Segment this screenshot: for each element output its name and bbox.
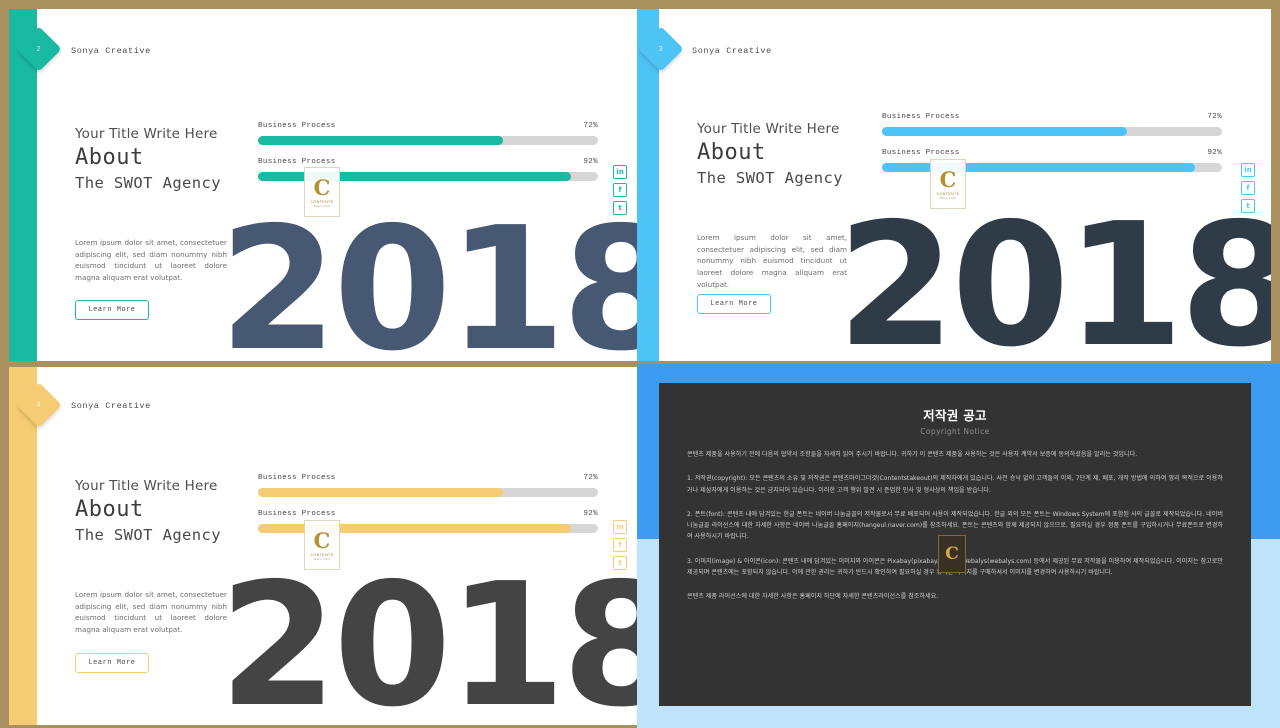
body-paragraph: Lorem ipsum dolor sit amet, consectetuer…	[75, 238, 227, 282]
headings-block: Your Title Write Here About The SWOT Age…	[697, 121, 843, 187]
title-subtitle: The SWOT Agency	[75, 526, 221, 544]
learn-more-button[interactable]: Learn More	[75, 300, 149, 320]
title-eyebrow: Your Title Write Here	[75, 478, 218, 494]
title-subtitle: The SWOT Agency	[697, 169, 843, 187]
slide-number-label: 4	[37, 401, 41, 409]
progress-percent: 92%	[1207, 149, 1222, 157]
title-eyebrow: Your Title Write Here	[75, 126, 218, 142]
notice-intro: 콘텐츠 제품을 사용하기 전에 다음의 협약서 조항들을 자세히 읽어 주시기 …	[687, 451, 1138, 458]
title-main: About	[75, 145, 144, 170]
progress-label: Business Process	[882, 113, 960, 121]
progress-row: Business Process 72%	[882, 113, 1222, 136]
progress-label: Business Process	[258, 510, 336, 518]
slide-teal-canvas: 2 Sonya Creative Your Title Write Here A…	[9, 9, 637, 361]
progress-label: Business Process	[258, 474, 336, 482]
notice-subtitle: Copyright Notice	[920, 427, 990, 436]
progress-track	[882, 127, 1222, 136]
watermark-letter: C	[945, 543, 959, 564]
title-subtitle: The SWOT Agency	[75, 174, 221, 192]
brand-label: Sonya Creative	[692, 46, 772, 56]
linkedin-icon[interactable]: in	[613, 520, 627, 534]
year-display: 2018	[219, 547, 637, 725]
year-display: 2018	[219, 191, 637, 361]
progress-percent: 92%	[583, 510, 598, 518]
progress-label: Business Process	[882, 149, 960, 157]
slide-number-label: 3	[659, 45, 663, 53]
progress-label: Business Process	[258, 122, 336, 130]
headings-block: Your Title Write Here About The SWOT Age…	[75, 126, 221, 192]
slide-teal[interactable]: 2 Sonya Creative Your Title Write Here A…	[0, 0, 637, 364]
title-main: About	[75, 497, 144, 522]
progress-track	[258, 488, 598, 497]
learn-more-button[interactable]: Learn More	[75, 653, 149, 673]
progress-fill	[882, 127, 1127, 136]
body-paragraph: Lorem ipsum dolor sit amet, consectetuer…	[697, 233, 847, 289]
notice-outro: 콘텐츠 제품 라이선스에 대한 자세한 사항은 홈페이지 하단에 자세한 콘텐츠…	[687, 593, 939, 601]
brand-label: Sonya Creative	[71, 401, 151, 411]
watermark-logo: C	[938, 535, 966, 573]
slide-blue[interactable]: 3 Sonya Creative Your Title Write Here A…	[637, 0, 1280, 364]
progress-fill	[258, 136, 503, 145]
progress-percent: 72%	[583, 122, 598, 130]
progress-track	[258, 136, 598, 145]
notice-panel: 저작권 공고 Copyright Notice 콘텐츠 제품을 사용하기 전에 …	[659, 383, 1251, 706]
progress-fill	[258, 488, 503, 497]
slide-yellow-canvas: 4 Sonya Creative Your Title Write Here A…	[9, 367, 637, 725]
progress-percent: 92%	[583, 158, 598, 166]
progress-percent: 72%	[583, 474, 598, 482]
linkedin-icon[interactable]: in	[613, 165, 627, 179]
progress-percent: 72%	[1207, 113, 1222, 121]
progress-row: Business Process 72%	[258, 122, 598, 145]
body-paragraph: Lorem ipsum dolor sit amet, consectetuer…	[75, 590, 227, 634]
slide-yellow[interactable]: 4 Sonya Creative Your Title Write Here A…	[0, 364, 637, 728]
notice-section-copyright: 1. 저작권(copyright): 모든 콘텐츠의 소유 및 저작권은 콘텐츠…	[687, 475, 1223, 494]
slide-blue-canvas: 3 Sonya Creative Your Title Write Here A…	[637, 9, 1271, 361]
year-display: 2018	[837, 187, 1271, 361]
linkedin-icon[interactable]: in	[1241, 163, 1255, 177]
slide-grid: 2 Sonya Creative Your Title Write Here A…	[0, 0, 1280, 728]
progress-label: Business Process	[258, 158, 336, 166]
slide-copyright-notice[interactable]: 저작권 공고 Copyright Notice 콘텐츠 제품을 사용하기 전에 …	[637, 364, 1280, 728]
progress-fill	[882, 163, 1195, 172]
notice-title: 저작권 공고	[923, 408, 987, 423]
slide-number-label: 2	[37, 45, 41, 53]
title-main: About	[697, 140, 766, 165]
title-eyebrow: Your Title Write Here	[697, 121, 840, 137]
headings-block: Your Title Write Here About The SWOT Age…	[75, 478, 221, 544]
learn-more-button[interactable]: Learn More	[697, 294, 771, 314]
progress-row: Business Process 72%	[258, 474, 598, 497]
brand-label: Sonya Creative	[71, 46, 151, 56]
